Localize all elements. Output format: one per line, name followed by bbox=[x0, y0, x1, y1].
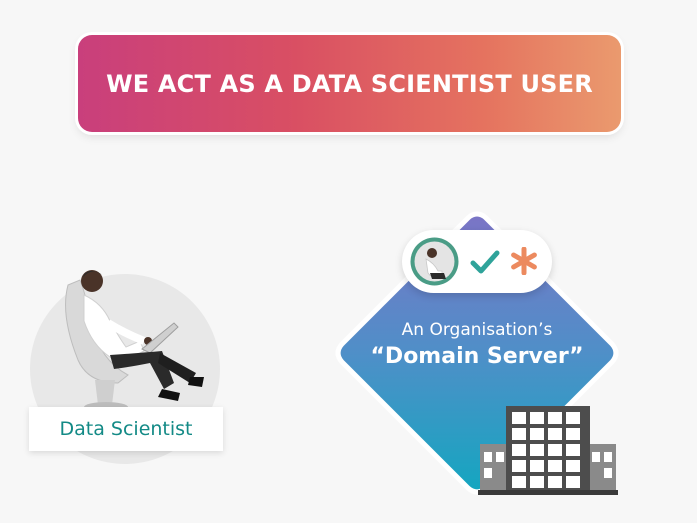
status-pill bbox=[402, 230, 552, 293]
check-icon bbox=[470, 250, 500, 274]
data-scientist-icon bbox=[65, 270, 204, 412]
asterisk-icon bbox=[511, 247, 537, 275]
domain-server-title: “Domain Server” bbox=[370, 344, 584, 369]
avatar-icon bbox=[408, 235, 461, 288]
building-icon bbox=[478, 406, 618, 495]
domain-server-subtitle: An Organisation’s bbox=[401, 320, 553, 340]
data-scientist-label-text: Data Scientist bbox=[59, 418, 193, 440]
title-banner: WE ACT AS A DATA SCIENTIST USER bbox=[78, 35, 621, 132]
data-scientist-label: Data Scientist bbox=[29, 407, 223, 451]
banner-title: WE ACT AS A DATA SCIENTIST USER bbox=[106, 69, 593, 98]
